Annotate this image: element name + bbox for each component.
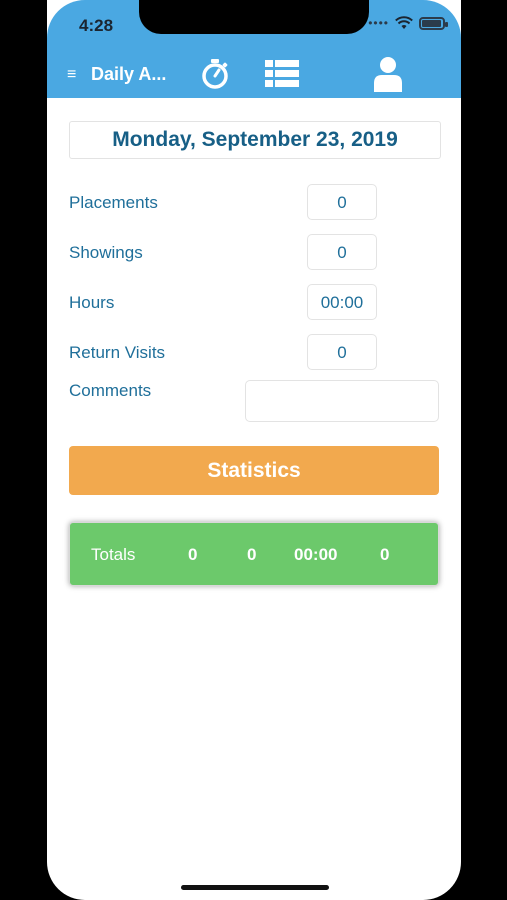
list-icon[interactable]	[265, 60, 299, 87]
stopwatch-icon[interactable]	[199, 58, 231, 90]
user-icon[interactable]	[373, 56, 403, 92]
device-frame-right	[461, 0, 507, 900]
date-selector[interactable]: Monday, September 23, 2019	[69, 121, 441, 159]
placements-label: Placements	[69, 193, 158, 212]
screen-bottom	[47, 840, 461, 900]
home-indicator[interactable]	[181, 885, 329, 890]
totals-bar: Totals 0 0 00:00 0	[69, 522, 439, 586]
return-visits-field[interactable]: 0	[307, 334, 377, 370]
menu-icon[interactable]: ≡	[67, 66, 76, 84]
showings-field[interactable]: 0	[307, 234, 377, 270]
battery-icon	[419, 16, 448, 30]
hours-label: Hours	[69, 293, 115, 312]
hours-field[interactable]: 00:00	[307, 284, 377, 320]
placements-field[interactable]: 0	[307, 184, 377, 220]
total-hours: 00:00	[294, 545, 338, 564]
device-notch	[139, 0, 369, 34]
device-frame-left	[0, 0, 47, 900]
total-showings: 0	[247, 545, 257, 564]
status-icons: ••••	[368, 16, 448, 30]
app-title[interactable]: Daily A...	[91, 64, 166, 85]
cellular-signal-icon: ••••	[368, 16, 389, 30]
status-time: 4:28	[79, 16, 114, 35]
totals-label: Totals	[91, 545, 136, 564]
total-placements: 0	[188, 545, 198, 564]
total-return-visits: 0	[380, 545, 390, 564]
comments-label: Comments	[69, 381, 152, 400]
showings-label: Showings	[69, 243, 143, 262]
app-screen: 4:28 •••• ≡ Daily A... Monday, September…	[47, 0, 461, 900]
comments-field[interactable]	[245, 380, 439, 422]
return-visits-label: Return Visits	[69, 343, 166, 362]
wifi-icon	[395, 16, 413, 29]
statistics-button[interactable]: Statistics	[69, 446, 439, 495]
